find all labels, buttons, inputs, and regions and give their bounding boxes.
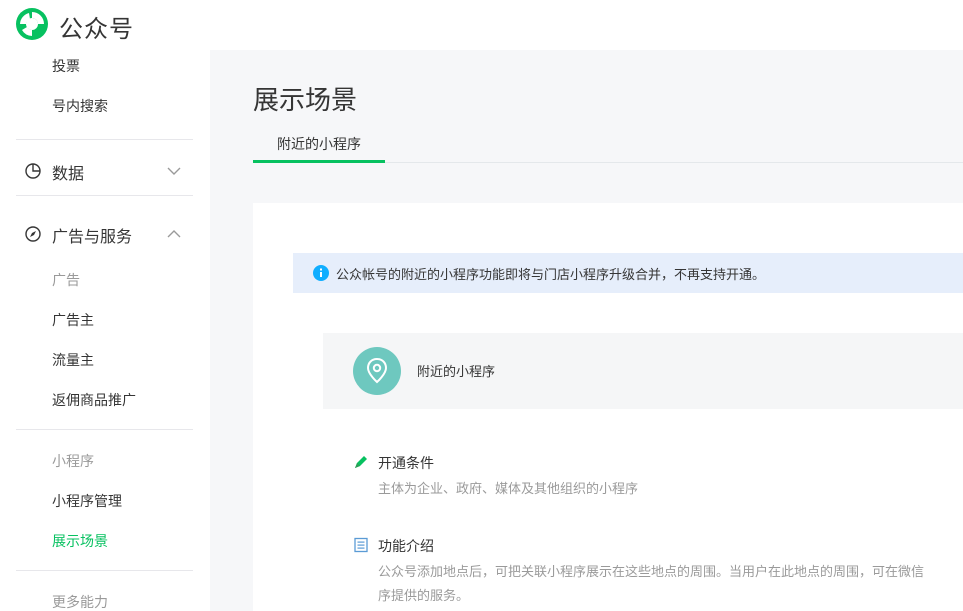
tab-bar: 附近的小程序 (253, 130, 963, 163)
top-bar: 公众号 (0, 0, 963, 50)
sidebar-menu-data-label: 数据 (52, 164, 85, 183)
sidebar: 投票 号内搜索 数据 广告与服务 广告 广告主 流量主 返佣商品推广 小程序 小… (0, 50, 210, 611)
feature-conditions-title: 开通条件 (378, 456, 434, 472)
tab-nearby-miniprogram[interactable]: 附近的小程序 (253, 130, 385, 163)
chevron-down-icon (167, 167, 181, 175)
sidebar-item-display-scene[interactable]: 展示场景 (52, 531, 108, 551)
sidebar-group-miniprogram: 小程序 (52, 454, 94, 470)
feature-conditions-desc: 主体为企业、政府、媒体及其他组织的小程序 (378, 482, 639, 497)
feature-intro-title: 功能介绍 (378, 539, 434, 555)
wechat-official-account-logo-icon[interactable] (15, 7, 49, 41)
document-icon (354, 537, 368, 553)
content-panel: 公众帐号的附近的小程序功能即将与门店小程序升级合并，不再支持开通。 附近的小程序… (253, 203, 963, 611)
sidebar-group-more: 更多能力 (52, 595, 108, 611)
compass-icon (25, 226, 41, 242)
sidebar-item-advertiser[interactable]: 广告主 (52, 310, 94, 330)
feature-intro-desc-line1: 公众号添加地点后，可把关联小程序展示在这些地点的周围。当用户在此地点的周围，可在… (378, 565, 925, 580)
sidebar-menu-data[interactable]: 数据 (24, 159, 194, 183)
sidebar-menu-ads-services[interactable]: 广告与服务 (24, 222, 194, 246)
pen-icon (355, 456, 367, 468)
info-icon (313, 265, 329, 281)
sidebar-item-search[interactable]: 号内搜索 (52, 96, 108, 116)
sidebar-group-ads: 广告 (52, 273, 80, 289)
sidebar-item-miniprogram-manage[interactable]: 小程序管理 (52, 491, 122, 511)
sidebar-item-vote[interactable]: 投票 (52, 56, 80, 76)
chevron-up-icon (167, 230, 181, 238)
sidebar-item-commission-promo[interactable]: 返佣商品推广 (52, 390, 136, 410)
brand-title: 公众号 (59, 15, 134, 43)
card-label: 附近的小程序 (417, 365, 496, 380)
nearby-miniprogram-card: 附近的小程序 (323, 333, 963, 409)
notice-banner: 公众帐号的附近的小程序功能即将与门店小程序升级合并，不再支持开通。 (293, 253, 963, 293)
page-title: 展示场景 (253, 86, 358, 116)
sidebar-divider (16, 570, 193, 571)
sidebar-item-publisher[interactable]: 流量主 (52, 350, 94, 370)
sidebar-divider (16, 195, 193, 196)
sidebar-menu-ads-label: 广告与服务 (52, 227, 133, 246)
sidebar-divider (16, 139, 193, 140)
pie-chart-icon (25, 163, 41, 179)
location-pin-icon (353, 347, 401, 395)
notice-text: 公众帐号的附近的小程序功能即将与门店小程序升级合并，不再支持开通。 (336, 268, 766, 283)
sidebar-divider (16, 429, 193, 430)
feature-intro-desc-line2: 序提供的服务。 (378, 589, 470, 604)
